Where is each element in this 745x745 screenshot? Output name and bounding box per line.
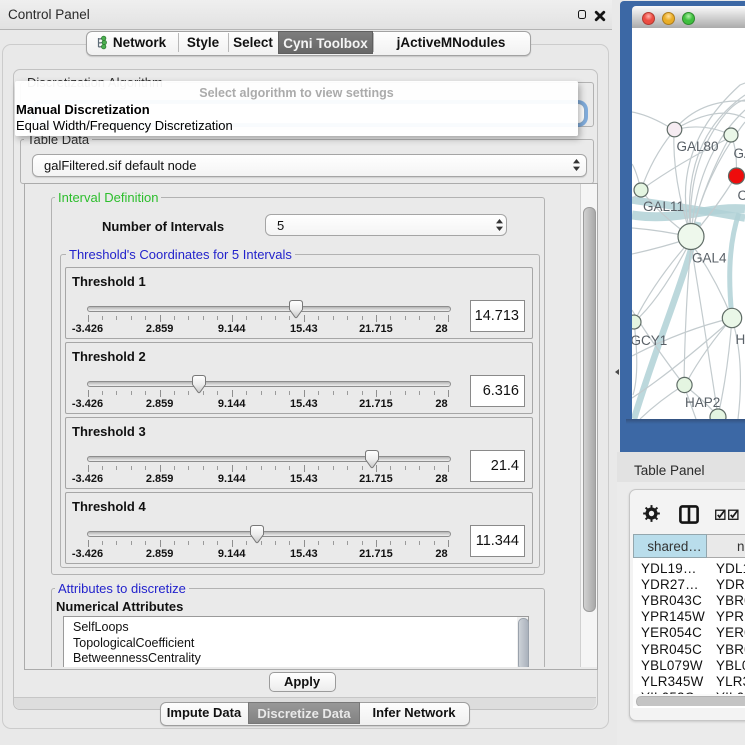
svg-text:H: H [736, 332, 745, 347]
svg-text:GA: GA [734, 146, 745, 161]
svg-text:GCY1: GCY1 [632, 333, 667, 348]
svg-text:C: C [738, 188, 745, 203]
svg-text:GAL11: GAL11 [643, 199, 684, 214]
svg-text:HAP2: HAP2 [685, 395, 720, 410]
svg-text:GAL4: GAL4 [692, 251, 727, 266]
svg-text:GAL80: GAL80 [677, 139, 719, 154]
